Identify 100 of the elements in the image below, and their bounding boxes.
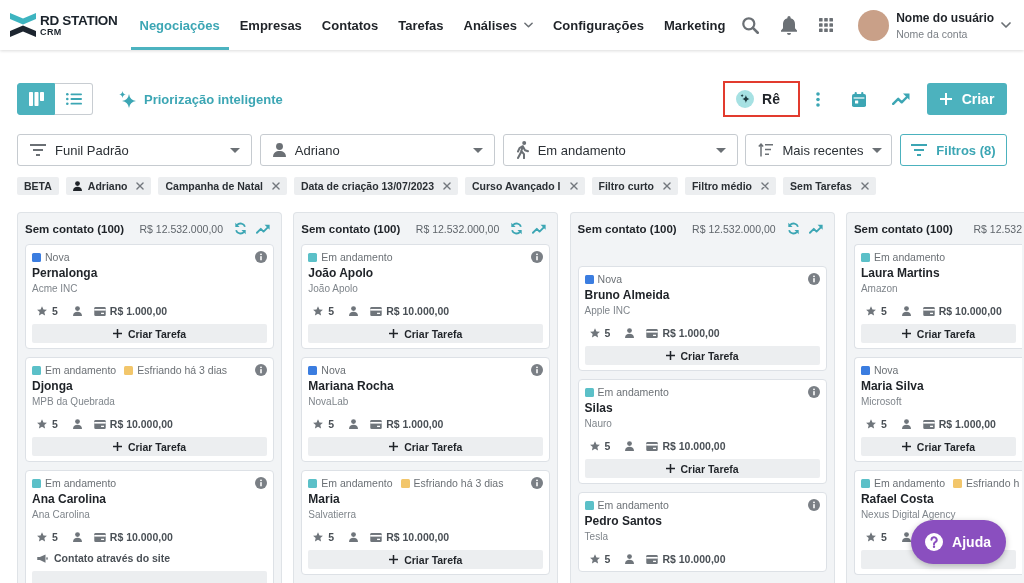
deal-name: Djonga xyxy=(32,378,74,395)
deal-name: Laura Martins xyxy=(860,265,941,282)
deal-value: R$ 10.000,00 xyxy=(386,305,450,317)
close-icon[interactable] xyxy=(271,182,280,190)
star-icon xyxy=(589,328,600,338)
filter-chip[interactable]: Curso Avançado I xyxy=(465,177,585,195)
info-icon[interactable] xyxy=(255,477,267,489)
status-label: Em andamento xyxy=(45,364,117,376)
filter-chip[interactable]: Filtro curto xyxy=(591,177,678,195)
info-icon[interactable] xyxy=(531,477,544,489)
create-task-button[interactable]: Criar Tarefa xyxy=(32,437,267,456)
trend-icon[interactable] xyxy=(532,223,547,234)
filter-chip[interactable]: Data de criação 13/07/2023 xyxy=(293,177,459,195)
nav-tab[interactable]: Análises xyxy=(454,0,542,50)
create-task-button[interactable]: Criar Tarefa xyxy=(308,550,544,569)
deal-value: R$ 10.000,00 xyxy=(662,553,726,565)
deal-card[interactable]: Em andamento João Apolo João Apolo 5 R$ 10.000,00 Criar Tarefa xyxy=(301,244,551,349)
close-icon[interactable] xyxy=(860,182,869,190)
company-name: Microsoft xyxy=(860,395,903,408)
deal-card[interactable]: Em andamento Esfriando há 3 dias Maria Salvatierra 5 R$ 10.000,00 Criar Tarefa xyxy=(301,470,551,575)
search-icon[interactable] xyxy=(742,16,760,34)
deal-card[interactable]: Nova Maria Silva Microsoft 5 R$ 1.000,00 Criar Tarefa xyxy=(853,357,1022,462)
calendar-icon[interactable] xyxy=(852,91,866,107)
create-task-button[interactable]: Criar Tarefa xyxy=(584,346,820,365)
person-icon xyxy=(72,419,82,429)
board-view-button[interactable] xyxy=(17,83,55,115)
create-task-button[interactable]: Criar Tarefa xyxy=(860,437,1016,456)
column-total: R$ 12.532 xyxy=(973,222,1022,235)
trend-icon[interactable] xyxy=(256,223,270,234)
company-name: Salvatierra xyxy=(308,508,358,521)
info-icon[interactable] xyxy=(255,364,267,376)
list-view-button[interactable] xyxy=(55,83,93,115)
bell-icon[interactable] xyxy=(781,15,798,35)
info-icon[interactable] xyxy=(255,251,267,263)
trend-icon[interactable] xyxy=(892,93,910,105)
owner-dropdown[interactable]: Adriano xyxy=(259,134,496,166)
refresh-icon[interactable] xyxy=(786,222,800,235)
create-task-button[interactable]: Criar Tarefa xyxy=(584,459,820,478)
info-icon[interactable] xyxy=(807,273,820,285)
deal-name: João Apolo xyxy=(308,265,375,282)
info-icon[interactable] xyxy=(807,499,820,511)
deal-card[interactable]: Em andamento Pedro Santos Tesla 5 R$ 10.000,00 xyxy=(577,492,827,572)
deal-value: R$ 1.000,00 xyxy=(109,305,168,317)
status-dropdown[interactable]: Em andamento xyxy=(502,134,738,166)
close-icon[interactable] xyxy=(662,182,671,190)
more-options-icon[interactable] xyxy=(816,91,820,107)
close-icon[interactable] xyxy=(761,182,770,190)
deal-card[interactable]: Em andamento Ana Carolina Ana Carolina 5 R$ 10.000,00 Contato através do site xyxy=(25,470,274,583)
refresh-icon[interactable] xyxy=(510,222,524,235)
filter-chip[interactable]: Adriano xyxy=(65,177,152,195)
nav-tab[interactable]: Contatos xyxy=(312,0,388,50)
star-icon xyxy=(865,306,876,316)
close-icon[interactable] xyxy=(443,182,452,190)
deal-value: R$ 1.000,00 xyxy=(662,327,720,339)
avatar[interactable] xyxy=(858,9,890,41)
column-title: Sem contato (100) xyxy=(25,222,125,235)
info-icon[interactable] xyxy=(531,364,544,376)
nav-tab[interactable]: Configurações xyxy=(544,0,653,50)
card-icon xyxy=(646,441,659,451)
create-task-button[interactable]: Criar Tarefa xyxy=(308,324,544,343)
sort-dropdown[interactable]: Mais recentes xyxy=(745,134,893,166)
logo-icon[interactable] xyxy=(10,13,36,37)
deal-card[interactable]: Em andamento Laura Martins Amazon 5 R$ 10.000,00 Criar Tarefa xyxy=(853,244,1022,349)
info-icon[interactable] xyxy=(807,386,820,398)
refresh-icon[interactable] xyxy=(234,222,247,235)
deal-card[interactable]: Em andamento Silas Nauro 5 R$ 10.000,00 Criar Tarefa xyxy=(577,379,827,484)
status-label: Em andamento xyxy=(873,251,946,263)
apps-grid-icon[interactable] xyxy=(819,18,834,32)
deal-card[interactable]: Nova Pernalonga Acme INC 5 R$ 1.000,00 Criar Tarefa xyxy=(25,244,274,349)
company-name: NovaLab xyxy=(308,395,350,408)
deal-card[interactable]: Nova Bruno Almeida Apple INC 5 R$ 1.000,00 Criar Tarefa xyxy=(577,266,827,371)
source-text: Contato através do site xyxy=(54,552,171,564)
nav-tab[interactable]: Tarefas xyxy=(389,0,453,50)
person-icon xyxy=(72,532,82,542)
info-icon[interactable] xyxy=(531,251,544,263)
deal-card[interactable]: Em andamento Esfriando há 3 dias Djonga MPB da Quebrada 5 R$ 10.000,00 Criar Tarefa xyxy=(25,357,274,462)
chevron-down-icon[interactable] xyxy=(1001,22,1011,28)
close-icon[interactable] xyxy=(569,182,578,190)
funnel-dropdown[interactable]: Funil Padrão xyxy=(17,134,253,166)
help-button[interactable]: Ajuda xyxy=(911,520,1006,564)
create-task-button[interactable]: Criar Tarefa xyxy=(860,324,1016,343)
star-icon xyxy=(865,419,876,429)
assistant-button[interactable]: Rê xyxy=(723,81,800,117)
nav-tab[interactable]: Empresas xyxy=(230,0,311,50)
create-task-button[interactable]: Criar Tarefa xyxy=(308,437,544,456)
trend-icon[interactable] xyxy=(808,223,823,234)
create-task-button[interactable]: Criar Tarefa xyxy=(32,324,267,343)
filter-chip[interactable]: Sem Tarefas xyxy=(783,177,876,195)
close-icon[interactable] xyxy=(136,182,145,190)
nav-tab[interactable]: Marketing xyxy=(655,0,735,50)
filter-chip[interactable]: Filtro médio xyxy=(684,177,777,195)
person-icon xyxy=(901,419,911,429)
rating-value: 5 xyxy=(328,531,335,543)
deal-value: R$ 10.000,00 xyxy=(662,440,726,452)
filter-chip[interactable]: Campanha de Natal xyxy=(158,177,287,195)
company-name: Acme INC xyxy=(32,282,79,295)
deal-name: Maria Silva xyxy=(860,378,925,395)
company-name: Apple INC xyxy=(584,304,632,317)
person-icon xyxy=(272,143,286,157)
deal-card[interactable]: Nova Mariana Rocha NovaLab 5 R$ 1.000,00 Criar Tarefa xyxy=(301,357,551,462)
